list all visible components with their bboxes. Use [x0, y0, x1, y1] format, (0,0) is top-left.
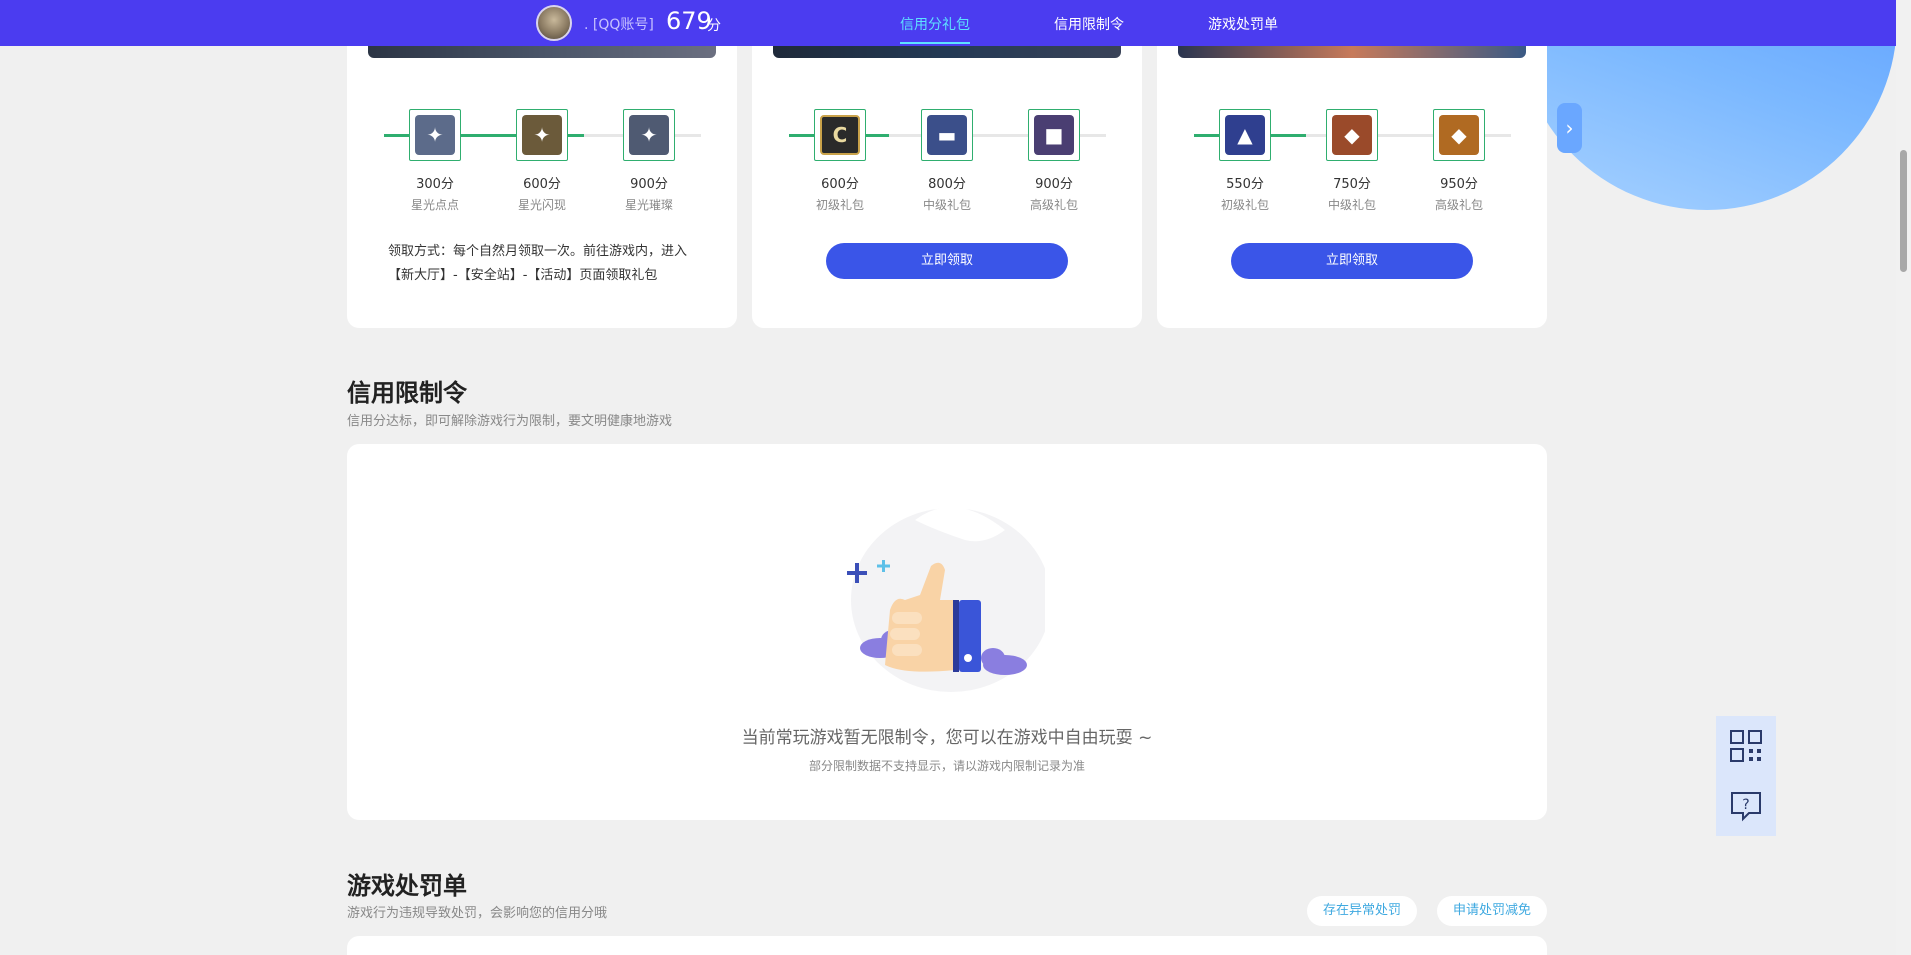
tier-points: 600分 — [523, 177, 561, 192]
qr-code-icon[interactable] — [1716, 716, 1776, 776]
tier-icon-3: ◆ — [1433, 109, 1485, 161]
section-subtitle-penalty: 游戏行为违规导致处罚，会影响您的信用分哦 — [347, 906, 608, 921]
claim-now-button[interactable]: 立即领取 — [826, 243, 1068, 279]
qr-code-glyph — [1730, 730, 1762, 762]
rank-badge-icon: ◆ — [1439, 115, 1479, 155]
tier-points: 750分 — [1333, 177, 1371, 192]
claim-now-button[interactable]: 立即领取 — [1231, 243, 1473, 279]
tier-icon-1: ✦ — [409, 109, 461, 161]
chest-icon: ■ — [1034, 115, 1074, 155]
tier-points: 950分 — [1440, 177, 1478, 192]
tier-name: 初级礼包 — [1220, 198, 1269, 212]
thumbs-up-illustration — [847, 507, 1045, 692]
apply-penalty-reduction-button[interactable]: 申请处罚减免 — [1437, 896, 1547, 926]
scrollbar-thumb[interactable] — [1900, 150, 1907, 272]
tier-name: 星光闪现 — [517, 198, 566, 212]
claim-instructions: 领取方式：每个自然月领取一次。前往游戏内，进入【新大厅】-【安全站】-【活动】页… — [388, 244, 688, 283]
tier-name: 星光点点 — [410, 198, 459, 212]
empty-state-note: 部分限制数据不支持显示，请以游戏内限制记录为准 — [808, 759, 1085, 773]
help-chat-icon[interactable]: ? — [1716, 776, 1776, 836]
penalty-panel — [347, 936, 1547, 955]
scrollbar[interactable] — [1896, 0, 1911, 955]
svg-text:?: ? — [1742, 797, 1749, 813]
chevron-right-icon[interactable]: › — [1557, 103, 1582, 153]
section-title-penalty: 游戏处罚单 — [347, 872, 467, 900]
tier-icon-2: ▬ — [921, 109, 973, 161]
section-title-restriction: 信用限制令 — [347, 379, 467, 407]
tier-name: 高级礼包 — [1434, 198, 1483, 212]
tier-icon-1: ▲ — [1219, 109, 1271, 161]
tier-icon-3: ✦ — [623, 109, 675, 161]
nav-penalty[interactable]: 游戏处罚单 — [1208, 14, 1278, 34]
tier-name: 中级礼包 — [1327, 198, 1376, 212]
credit-score-unit: 分 — [707, 18, 721, 34]
tier-name: 高级礼包 — [1029, 198, 1078, 212]
tier-points: 550分 — [1226, 177, 1264, 192]
top-bar: . [QQ账号] 679 分 信用分礼包 信用限制令 游戏处罚单 — [0, 0, 1896, 46]
credit-score: 679 — [666, 7, 712, 35]
tier-points: 900分 — [1035, 177, 1073, 192]
gift-card-banner — [773, 46, 1121, 58]
abnormal-penalty-button[interactable]: 存在异常处罚 — [1307, 896, 1417, 926]
gun-card-icon: ▬ — [927, 115, 967, 155]
nav-restriction[interactable]: 信用限制令 — [1054, 14, 1124, 34]
section-subtitle-restriction: 信用分达标，即可解除游戏行为限制，要文明健康地游戏 — [347, 414, 673, 429]
tier-name: 星光璀璨 — [624, 198, 673, 212]
tier-name: 中级礼包 — [922, 198, 971, 212]
tier-points: 800分 — [928, 177, 966, 192]
tier-icon-2: ✦ — [516, 109, 568, 161]
tier-points: 600分 — [821, 177, 859, 192]
tier-name: 初级礼包 — [815, 198, 864, 212]
gun-skin-icon: ✦ — [415, 115, 455, 155]
gift-card-banner — [368, 46, 716, 58]
account-label: . [QQ账号] — [584, 17, 654, 33]
help-glyph: ? — [1731, 792, 1761, 822]
rank-badge-icon: ◆ — [1332, 115, 1372, 155]
c-badge-icon: C — [820, 115, 860, 155]
gun-skin-icon: ✦ — [522, 115, 562, 155]
nav-active-underline — [900, 42, 970, 44]
tier-points: 900分 — [630, 177, 668, 192]
tier-icon-1: C — [814, 109, 866, 161]
gift-card-banner — [1178, 46, 1526, 58]
nav-gift-pack[interactable]: 信用分礼包 — [900, 14, 970, 34]
tier-icon-2: ◆ — [1326, 109, 1378, 161]
gun-skin-icon: ✦ — [629, 115, 669, 155]
tier-points: 300分 — [416, 177, 454, 192]
tier-icon-3: ■ — [1028, 109, 1080, 161]
rank-badge-icon: ▲ — [1225, 115, 1265, 155]
empty-state-message: 当前常玩游戏暂无限制令，您可以在游戏中自由玩耍 ~ — [741, 728, 1153, 748]
avatar[interactable] — [536, 5, 572, 41]
